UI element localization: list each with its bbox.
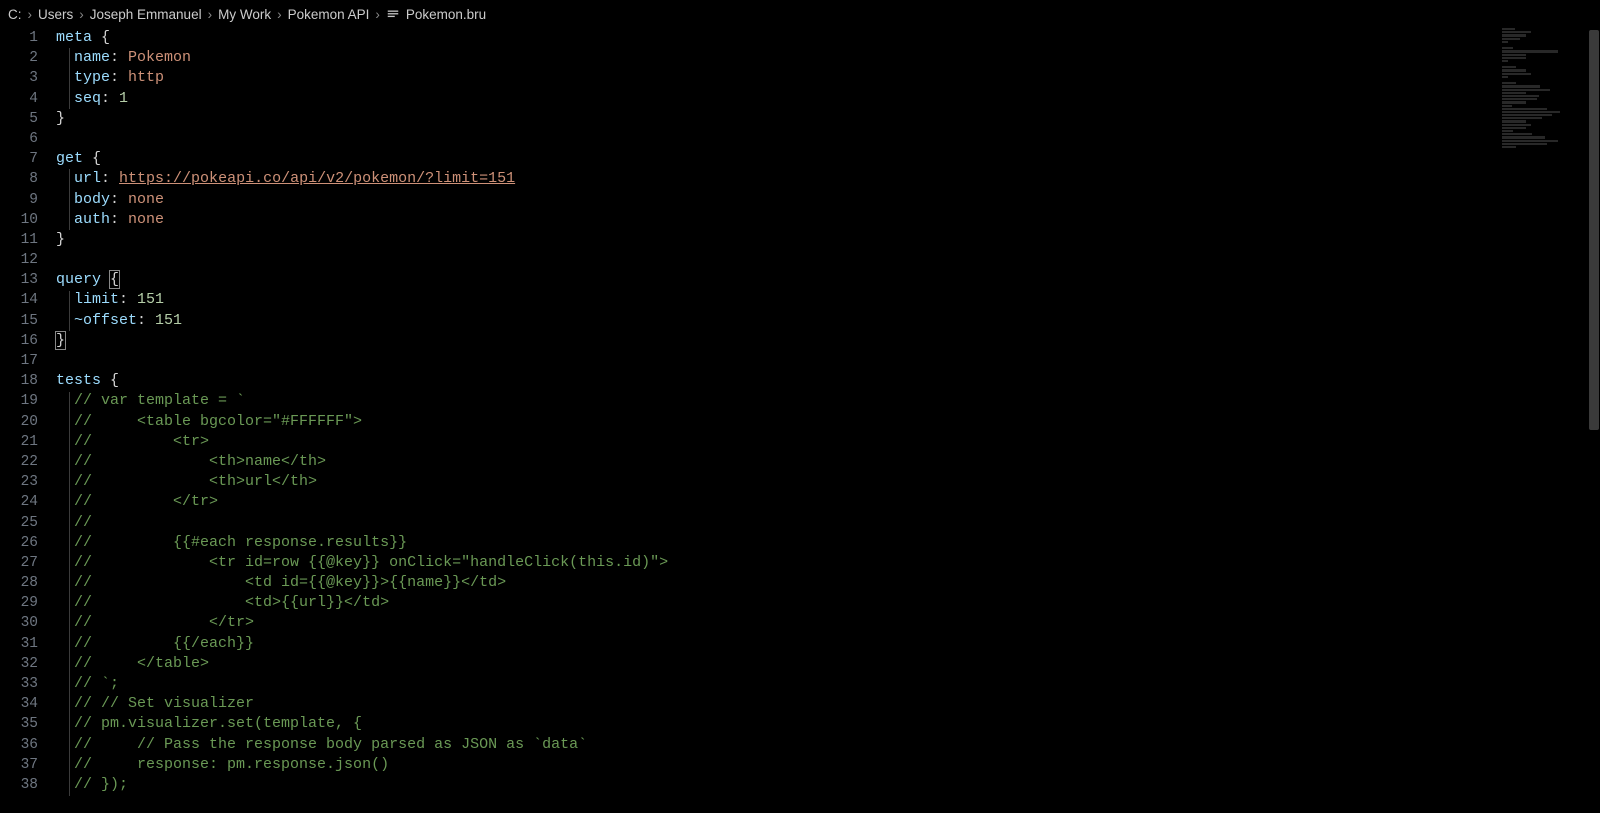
code-line[interactable]: // // Pass the response body parsed as J…: [56, 735, 1600, 755]
code-line[interactable]: // var template = `: [56, 391, 1600, 411]
code-line[interactable]: // </tr>: [56, 492, 1600, 512]
line-number: 35: [0, 714, 38, 734]
code-line[interactable]: name: Pokemon: [56, 48, 1600, 68]
code-line[interactable]: }: [56, 331, 1600, 351]
breadcrumb-file[interactable]: Pokemon.bru: [406, 7, 486, 22]
code-line[interactable]: // // Set visualizer: [56, 694, 1600, 714]
line-number: 16: [0, 331, 38, 351]
code-line[interactable]: // <th>name</th>: [56, 452, 1600, 472]
line-number: 18: [0, 371, 38, 391]
code-line[interactable]: // </tr>: [56, 613, 1600, 633]
indent-guide: [69, 48, 70, 109]
breadcrumb[interactable]: C: › Users › Joseph Emmanuel › My Work ›…: [0, 0, 1600, 28]
code-line[interactable]: // });: [56, 775, 1600, 795]
line-number: 30: [0, 613, 38, 633]
breadcrumb-part[interactable]: My Work: [218, 7, 271, 22]
line-number: 2: [0, 48, 38, 68]
line-number: 13: [0, 270, 38, 290]
code-line[interactable]: type: http: [56, 68, 1600, 88]
line-number: 27: [0, 553, 38, 573]
code-line[interactable]: }: [56, 230, 1600, 250]
line-number: 19: [0, 391, 38, 411]
code-line[interactable]: // {{/each}}: [56, 634, 1600, 654]
code-line[interactable]: // <tr id=row {{@key}} onClick="handleCl…: [56, 553, 1600, 573]
line-number: 36: [0, 735, 38, 755]
code-line[interactable]: body: none: [56, 190, 1600, 210]
code-line[interactable]: ~offset: 151: [56, 311, 1600, 331]
line-number: 20: [0, 412, 38, 432]
chevron-right-icon: ›: [375, 7, 380, 22]
code-line[interactable]: [56, 351, 1600, 371]
code-line[interactable]: get {: [56, 149, 1600, 169]
code-content[interactable]: meta { name: Pokemon type: http seq: 1} g…: [56, 28, 1600, 813]
line-number: 25: [0, 513, 38, 533]
chevron-right-icon: ›: [277, 7, 282, 22]
line-number: 23: [0, 472, 38, 492]
chevron-right-icon: ›: [208, 7, 213, 22]
vertical-scrollbar[interactable]: [1586, 28, 1600, 813]
line-number: 5: [0, 109, 38, 129]
code-line[interactable]: tests {: [56, 371, 1600, 391]
line-number: 32: [0, 654, 38, 674]
code-line[interactable]: // response: pm.response.json(): [56, 755, 1600, 775]
line-number: 28: [0, 573, 38, 593]
line-number: 6: [0, 129, 38, 149]
line-number: 9: [0, 190, 38, 210]
breadcrumb-part[interactable]: C:: [8, 7, 22, 22]
code-line[interactable]: //: [56, 513, 1600, 533]
indent-guide: [69, 169, 70, 230]
line-number: 33: [0, 674, 38, 694]
line-number: 34: [0, 694, 38, 714]
line-number: 10: [0, 210, 38, 230]
line-number: 7: [0, 149, 38, 169]
code-line[interactable]: // <tr>: [56, 432, 1600, 452]
breadcrumb-part[interactable]: Pokemon API: [288, 7, 370, 22]
code-line[interactable]: // pm.visualizer.set(template, {: [56, 714, 1600, 734]
line-number: 24: [0, 492, 38, 512]
line-number: 22: [0, 452, 38, 472]
scrollbar-thumb[interactable]: [1589, 30, 1599, 430]
code-editor[interactable]: 1234567891011121314151617181920212223242…: [0, 28, 1600, 813]
file-icon: [386, 7, 400, 21]
code-line[interactable]: url: https://pokeapi.co/api/v2/pokemon/?…: [56, 169, 1600, 189]
indent-guide: [69, 291, 70, 331]
line-number: 12: [0, 250, 38, 270]
code-line[interactable]: // </table>: [56, 654, 1600, 674]
line-number: 11: [0, 230, 38, 250]
code-line[interactable]: // <table bgcolor="#FFFFFF">: [56, 412, 1600, 432]
code-line[interactable]: auth: none: [56, 210, 1600, 230]
line-number: 26: [0, 533, 38, 553]
breadcrumb-part[interactable]: Users: [38, 7, 73, 22]
code-line[interactable]: [56, 129, 1600, 149]
chevron-right-icon: ›: [28, 7, 33, 22]
line-number: 21: [0, 432, 38, 452]
line-number: 29: [0, 593, 38, 613]
code-line[interactable]: meta {: [56, 28, 1600, 48]
code-line[interactable]: }: [56, 109, 1600, 129]
code-line[interactable]: // <th>url</th>: [56, 472, 1600, 492]
code-line[interactable]: // {{#each response.results}}: [56, 533, 1600, 553]
code-line[interactable]: // <td>{{url}}</td>: [56, 593, 1600, 613]
line-number: 14: [0, 290, 38, 310]
code-line[interactable]: // <td id={{@key}}>{{name}}</td>: [56, 573, 1600, 593]
line-number: 1: [0, 28, 38, 48]
line-number: 31: [0, 634, 38, 654]
line-number: 37: [0, 755, 38, 775]
code-line[interactable]: [56, 250, 1600, 270]
line-number: 17: [0, 351, 38, 371]
line-number: 15: [0, 311, 38, 331]
breadcrumb-part[interactable]: Joseph Emmanuel: [90, 7, 202, 22]
code-line[interactable]: query {: [56, 270, 1600, 290]
line-number: 3: [0, 68, 38, 88]
indent-guide: [69, 392, 70, 796]
code-line[interactable]: // `;: [56, 674, 1600, 694]
line-number: 38: [0, 775, 38, 795]
line-number: 8: [0, 169, 38, 189]
line-number-gutter: 1234567891011121314151617181920212223242…: [0, 28, 56, 813]
code-line[interactable]: seq: 1: [56, 89, 1600, 109]
code-line[interactable]: limit: 151: [56, 290, 1600, 310]
chevron-right-icon: ›: [79, 7, 84, 22]
line-number: 4: [0, 89, 38, 109]
